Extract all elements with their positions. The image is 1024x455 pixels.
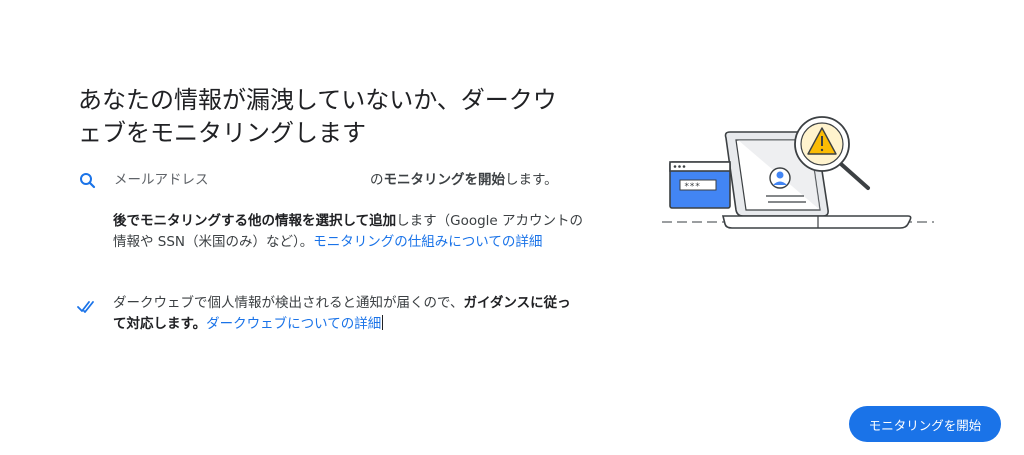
email-suffix-pre: の <box>370 172 384 188</box>
double-check-icon <box>76 298 100 316</box>
page-title: あなたの情報が漏洩していないか、ダークウ ェブをモニタリングします <box>78 84 588 150</box>
dark-web-body: ダークウェブで個人情報が検出されると通知が届くので、 <box>113 295 464 311</box>
title-line-2: ェブをモニタリングします <box>78 119 366 147</box>
monitoring-details-link[interactable]: モニタリングの仕組みについての詳細 <box>313 234 542 250</box>
dark-web-text: ダークウェブで個人情報が検出されると通知が届くので、ガイダンスに従って対応します… <box>113 293 583 335</box>
additional-info-text: 後でモニタリングする他の情報を選択して追加します（Google アカウントの情報… <box>113 211 583 253</box>
email-suffix-post: します。 <box>505 172 558 188</box>
title-line-1: あなたの情報が漏洩していないか、ダークウ <box>78 86 557 114</box>
email-row: メールアドレス のモニタリングを開始します。 <box>76 170 596 192</box>
dark-web-details-link[interactable]: ダークウェブについての詳細 <box>206 316 381 332</box>
email-monitoring-text: のモニタリングを開始します。 <box>370 170 558 191</box>
text-caret <box>382 315 384 330</box>
email-label: メールアドレス <box>114 172 209 188</box>
search-icon <box>76 171 98 191</box>
password-mask: *** <box>684 182 700 192</box>
laptop-warning-illustration: *** <box>660 110 940 240</box>
email-suffix-bold: モニタリングを開始 <box>383 172 506 188</box>
additional-info-bold: 後でモニタリングする他の情報を選択して追加 <box>113 213 397 229</box>
start-monitoring-button[interactable]: モニタリングを開始 <box>849 406 1001 442</box>
